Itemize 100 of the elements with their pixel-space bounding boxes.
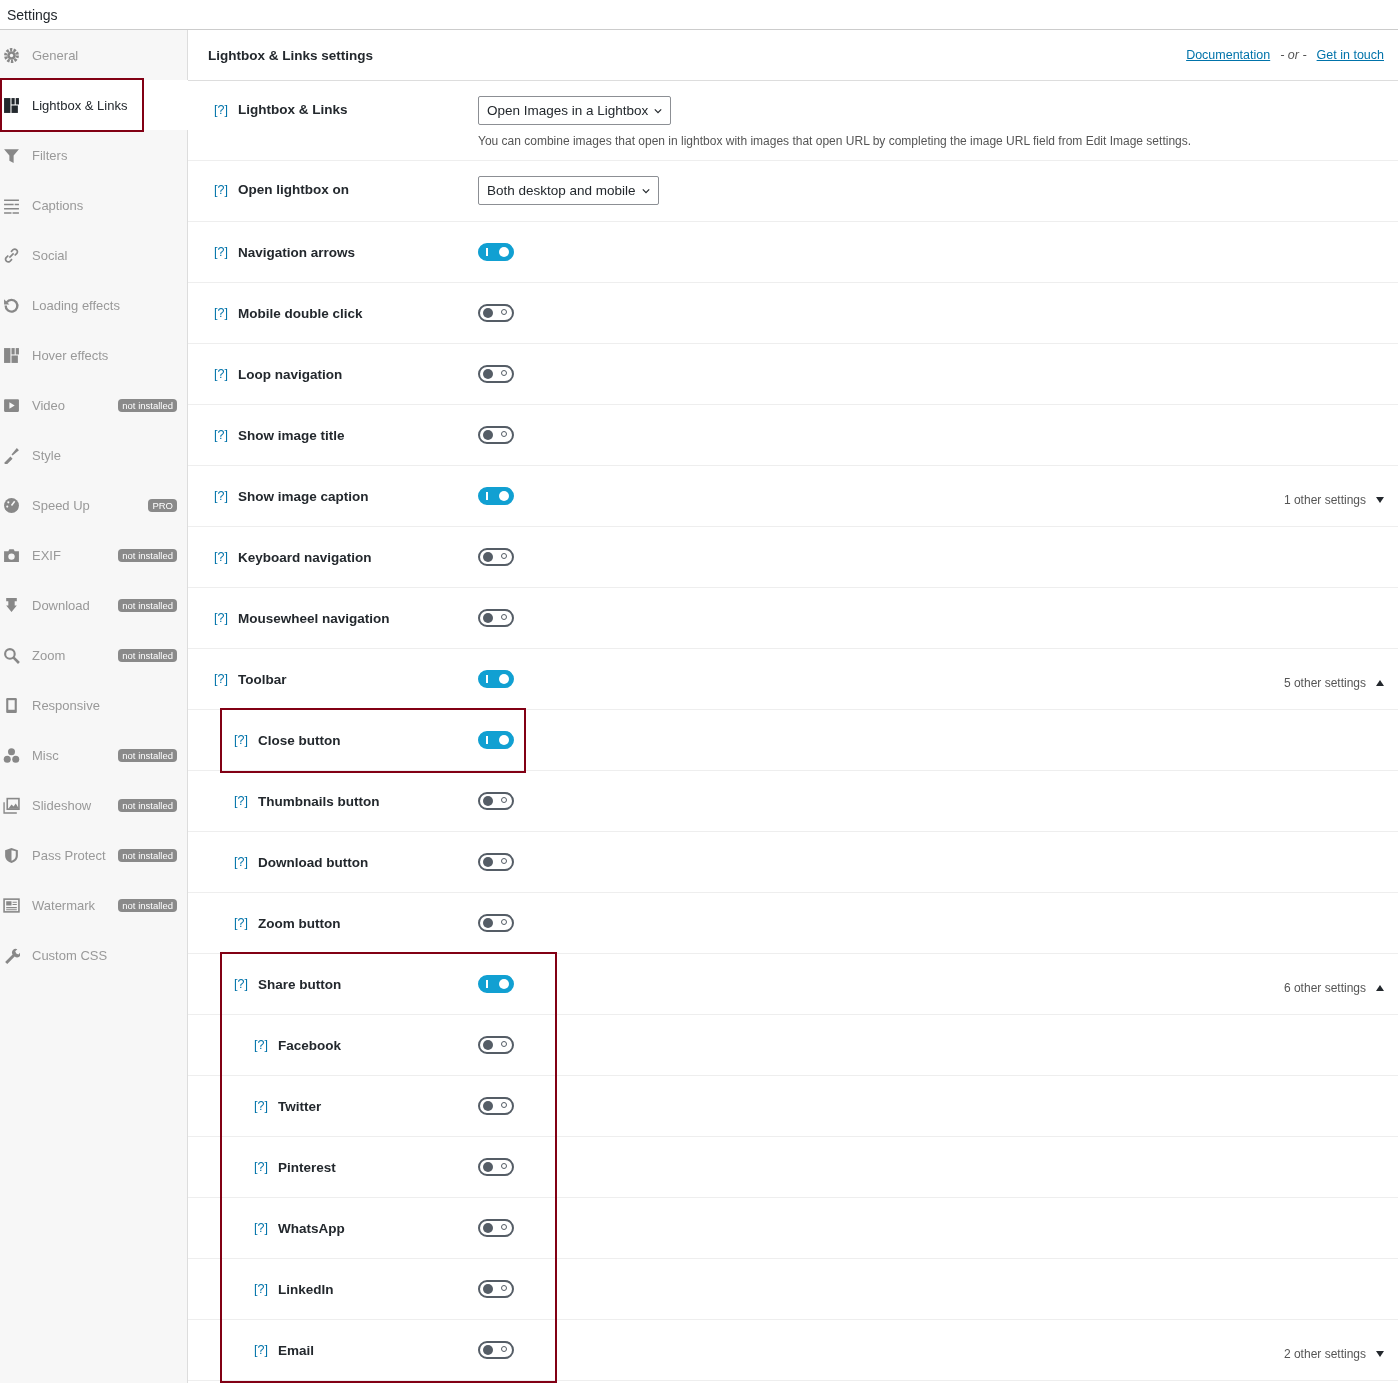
help-link[interactable]: [?] (254, 1038, 268, 1052)
sidebar-item[interactable]: Pass Protect not installed (0, 830, 187, 880)
help-link[interactable]: [?] (214, 367, 228, 381)
separator-text: - or - (1280, 48, 1307, 62)
page-title: Settings (7, 6, 58, 23)
sidebar-item[interactable]: Hover effects (0, 330, 187, 380)
gear-icon (3, 46, 20, 64)
toggle-switch[interactable] (478, 670, 514, 688)
setting-label: Loop navigation (237, 366, 343, 382)
documentation-link[interactable]: Documentation (1186, 48, 1271, 62)
sidebar-item[interactable]: Social (0, 230, 187, 280)
toggle-switch[interactable] (478, 792, 514, 810)
toggle-switch[interactable] (478, 975, 514, 993)
help-link[interactable]: [?] (234, 916, 248, 930)
setting-label: Open lightbox on (237, 182, 349, 197)
triangle-up-icon (1376, 680, 1384, 686)
wrench-icon (3, 946, 20, 964)
setting-label: Mobile double click (237, 305, 363, 321)
help-link[interactable]: [?] (234, 794, 248, 808)
sidebar-item[interactable]: Filters (0, 130, 187, 180)
setting-label: Keyboard navigation (237, 549, 372, 565)
setting-label: Toolbar (237, 671, 287, 687)
toggle-switch[interactable] (478, 609, 514, 627)
other-settings-toggle[interactable]: 2 other settings (1283, 1347, 1384, 1361)
chevron-icon (641, 187, 650, 194)
sidebar-item[interactable]: Video not installed (0, 380, 187, 430)
toggle-switch[interactable] (478, 365, 514, 383)
setting-label: Email (277, 1342, 314, 1358)
sidebar-item[interactable]: Download not installed (0, 580, 187, 630)
brush-icon (3, 446, 20, 464)
toggle-switch[interactable] (478, 1280, 514, 1298)
sidebar-item[interactable]: General (0, 30, 187, 80)
toggle-switch[interactable] (478, 1158, 514, 1176)
setting-label: Facebook (277, 1037, 341, 1053)
toggle-switch[interactable] (478, 548, 514, 566)
sidebar-item[interactable]: Slideshow not installed (0, 780, 187, 830)
status-badge: not installed (118, 798, 177, 812)
toggle-switch[interactable] (478, 914, 514, 932)
help-link[interactable]: [?] (234, 977, 248, 991)
help-link[interactable]: [?] (214, 489, 228, 503)
setting-label: Twitter (277, 1098, 322, 1114)
status-badge: not installed (118, 598, 177, 612)
toggle-switch[interactable] (478, 731, 514, 749)
sidebar-item[interactable]: Responsive (0, 680, 187, 730)
sidebar-item[interactable]: EXIF not installed (0, 530, 187, 580)
setting-label: Thumbnails button (257, 793, 380, 809)
help-link[interactable]: [?] (254, 1160, 268, 1174)
dropdown[interactable]: Both desktop and mobile (478, 176, 659, 205)
sidebar-item[interactable]: Speed Up PRO (0, 480, 187, 530)
sidebar-item[interactable]: Captions (0, 180, 187, 230)
sidebar-item[interactable]: Custom CSS (0, 930, 187, 980)
help-link[interactable]: [?] (214, 182, 228, 197)
setting-label: WhatsApp (277, 1220, 345, 1236)
toggle-switch[interactable] (478, 853, 514, 871)
contact-link[interactable]: Get in touch (1316, 48, 1384, 62)
help-link[interactable]: [?] (234, 855, 248, 869)
refresh-icon (3, 296, 20, 314)
help-link[interactable]: [?] (214, 611, 228, 625)
help-link[interactable]: [?] (234, 733, 248, 747)
status-badge: PRO (148, 498, 177, 512)
circles-icon (3, 746, 20, 764)
help-link[interactable]: [?] (214, 306, 228, 320)
sidebar-item[interactable]: Style (0, 430, 187, 480)
sidebar-item[interactable]: Lightbox & Links (0, 80, 188, 130)
help-link[interactable]: [?] (254, 1343, 268, 1357)
toggle-switch[interactable] (478, 1097, 514, 1115)
image-icon (3, 896, 20, 914)
sidebar-item[interactable]: Misc not installed (0, 730, 187, 780)
play-icon (3, 396, 20, 414)
status-badge: not installed (118, 898, 177, 912)
other-settings-toggle[interactable]: 5 other settings (1283, 676, 1384, 690)
grid-icon (3, 346, 20, 364)
sidebar-item[interactable]: Watermark not installed (0, 880, 187, 930)
help-link[interactable]: [?] (214, 102, 228, 117)
setting-label: LinkedIn (277, 1281, 334, 1297)
help-link[interactable]: [?] (254, 1282, 268, 1296)
help-link[interactable]: [?] (214, 245, 228, 259)
help-link[interactable]: [?] (214, 672, 228, 686)
lines-icon (3, 196, 20, 214)
toggle-switch[interactable] (478, 1341, 514, 1359)
sidebar-item[interactable]: Zoom not installed (0, 630, 187, 680)
toggle-switch[interactable] (478, 426, 514, 444)
help-link[interactable]: [?] (254, 1099, 268, 1113)
status-badge: not installed (118, 398, 177, 412)
toggle-switch[interactable] (478, 304, 514, 322)
chevron-icon (654, 107, 663, 114)
toggle-switch[interactable] (478, 1219, 514, 1237)
toggle-switch[interactable] (478, 1036, 514, 1054)
gauge-icon (3, 496, 20, 514)
dropdown[interactable]: Open Images in a Lightbox (478, 96, 672, 125)
help-link[interactable]: [?] (214, 550, 228, 564)
toggle-switch[interactable] (478, 243, 514, 261)
help-link[interactable]: [?] (254, 1221, 268, 1235)
other-settings-toggle[interactable]: 1 other settings (1283, 493, 1384, 507)
help-link[interactable]: [?] (214, 428, 228, 442)
sidebar-item[interactable]: Loading effects (0, 280, 187, 330)
setting-label: Navigation arrows (237, 244, 355, 260)
setting-label: Zoom button (257, 915, 341, 931)
toggle-switch[interactable] (478, 487, 514, 505)
other-settings-toggle[interactable]: 6 other settings (1283, 981, 1384, 995)
